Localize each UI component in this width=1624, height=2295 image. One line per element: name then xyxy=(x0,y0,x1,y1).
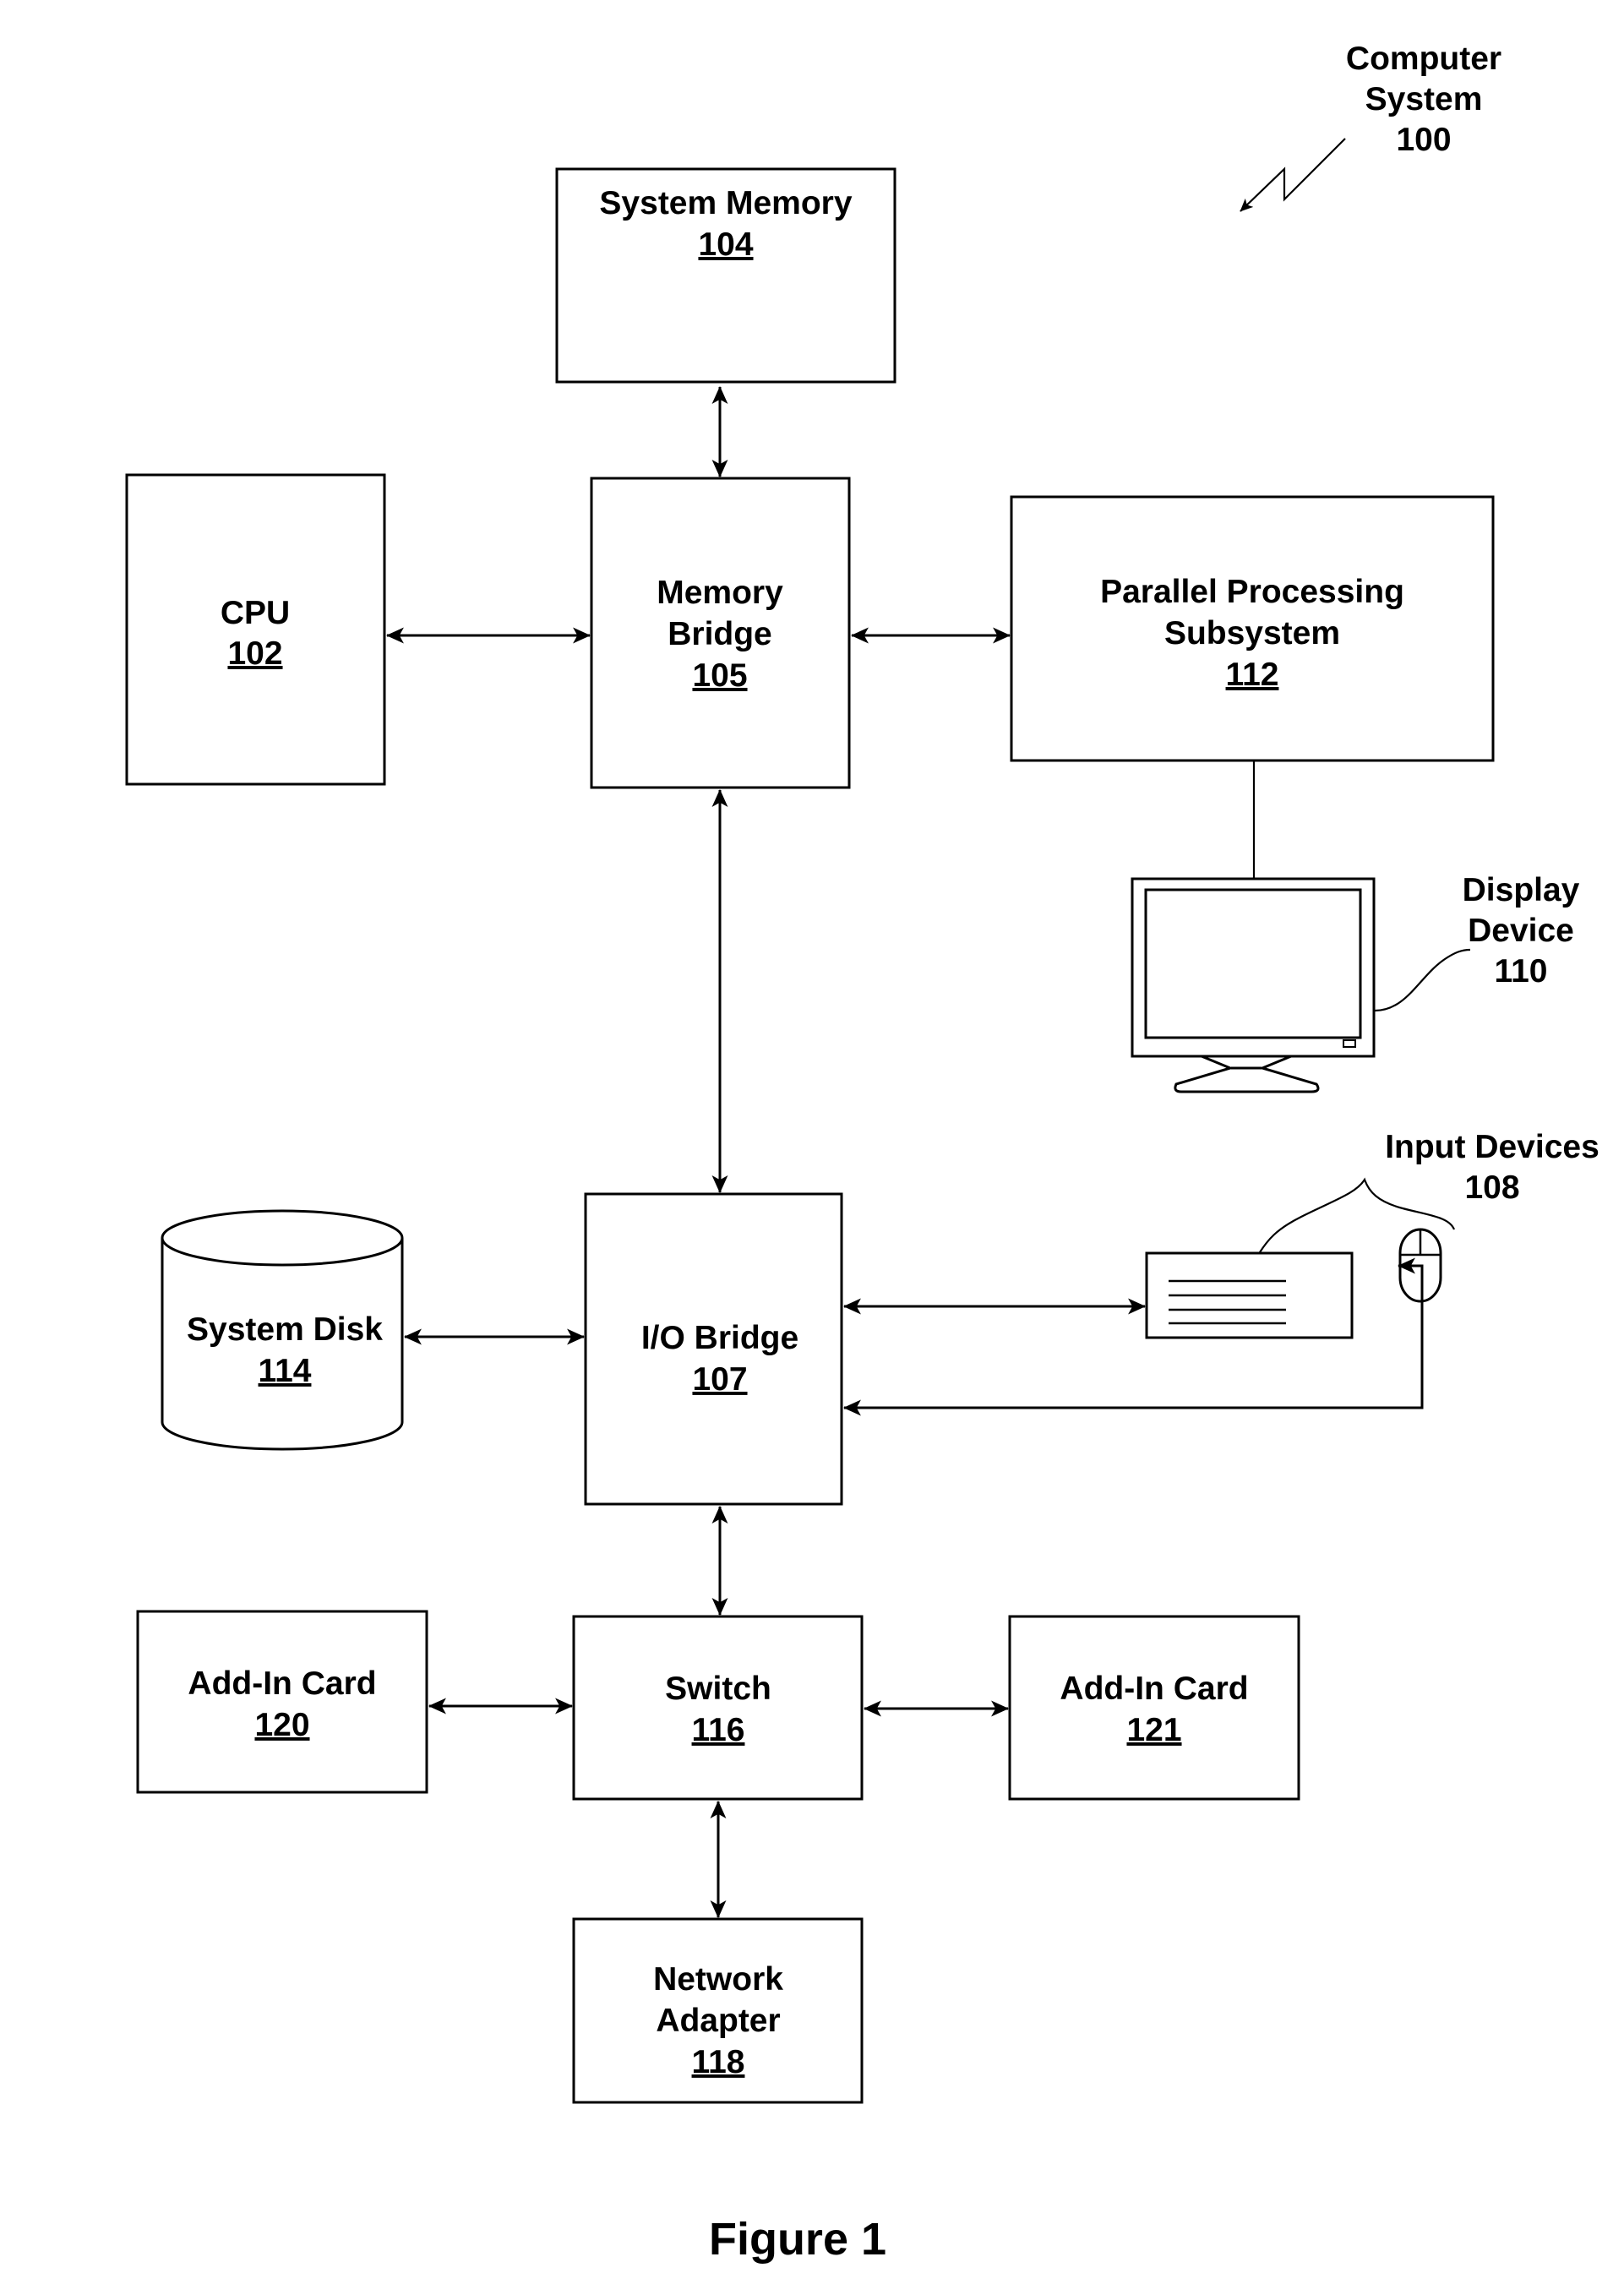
network-adapter-label-line1: Network xyxy=(653,1961,783,1998)
computer-system-label: Computer System 100 xyxy=(1240,41,1501,212)
input-devices-label: Input Devices 108 xyxy=(1385,1129,1599,1206)
network-adapter-label-line2: Adapter xyxy=(656,2003,780,2039)
network-adapter-block: Network Adapter 118 xyxy=(572,1917,864,2104)
input-devices-label-line1: Input Devices xyxy=(1385,1129,1599,1165)
system-memory-label: System Memory xyxy=(599,185,852,221)
pps-label-line1: Parallel Processing xyxy=(1100,574,1404,610)
display-device-label-line2: Device xyxy=(1468,913,1574,949)
io-bridge-ref: 107 xyxy=(692,1361,747,1398)
add-in-card-121-ref: 121 xyxy=(1126,1712,1181,1748)
add-in-card-120-ref: 120 xyxy=(254,1707,309,1743)
network-adapter-ref: 118 xyxy=(692,2044,745,2080)
memory-bridge-label-line1: Memory xyxy=(657,575,783,611)
display-device-monitor-icon xyxy=(1131,877,1376,1093)
system-disk-label: System Disk xyxy=(187,1311,383,1348)
add-in-card-120-block: Add-In Card 120 xyxy=(136,1610,428,1794)
keyboard-icon xyxy=(1145,1251,1354,1339)
figure-caption: Figure 1 xyxy=(709,2214,886,2265)
switch-label: Switch xyxy=(665,1671,771,1707)
cpu-ref: 102 xyxy=(227,635,282,672)
memory-bridge-ref: 105 xyxy=(692,657,747,694)
system-disk-block: System Disk 114 xyxy=(161,1209,404,1451)
add-in-card-121-label: Add-In Card xyxy=(1060,1671,1248,1707)
display-device-label-line1: Display xyxy=(1463,872,1580,908)
switch-ref: 116 xyxy=(692,1712,745,1748)
lightning-pointer-icon xyxy=(1240,138,1346,212)
computer-system-label-line2: System xyxy=(1365,81,1483,117)
computer-system-ref: 100 xyxy=(1396,122,1451,158)
io-bridge-block: I/O Bridge 107 xyxy=(584,1192,843,1506)
pps-label-line2: Subsystem xyxy=(1164,615,1340,651)
computer-system-diagram: Computer System 100 System Memory 104 CP… xyxy=(125,41,1599,2265)
io-bridge-label: I/O Bridge xyxy=(641,1320,798,1356)
add-in-card-121-block: Add-In Card 121 xyxy=(1008,1615,1300,1801)
add-in-card-120-label: Add-In Card xyxy=(188,1665,376,1702)
cpu-label: CPU xyxy=(221,595,290,631)
display-device-leader-line xyxy=(1374,948,1471,1012)
memory-bridge-block: Memory Bridge 105 xyxy=(590,477,851,789)
system-disk-ref: 114 xyxy=(259,1353,312,1389)
pps-ref: 112 xyxy=(1226,657,1279,693)
system-memory-block: System Memory 104 xyxy=(555,167,896,384)
display-device-ref: 110 xyxy=(1495,953,1548,989)
display-device-label: Display Device 110 xyxy=(1463,872,1580,989)
system-memory-ref: 104 xyxy=(698,226,753,263)
computer-system-label-line1: Computer xyxy=(1346,41,1501,77)
parallel-processing-subsystem-block: Parallel Processing Subsystem 112 xyxy=(1010,495,1495,762)
memory-bridge-label-line2: Bridge xyxy=(668,616,772,652)
switch-block: Switch 116 xyxy=(572,1615,864,1801)
input-devices-ref: 108 xyxy=(1464,1169,1519,1206)
cpu-block: CPU 102 xyxy=(125,473,386,786)
